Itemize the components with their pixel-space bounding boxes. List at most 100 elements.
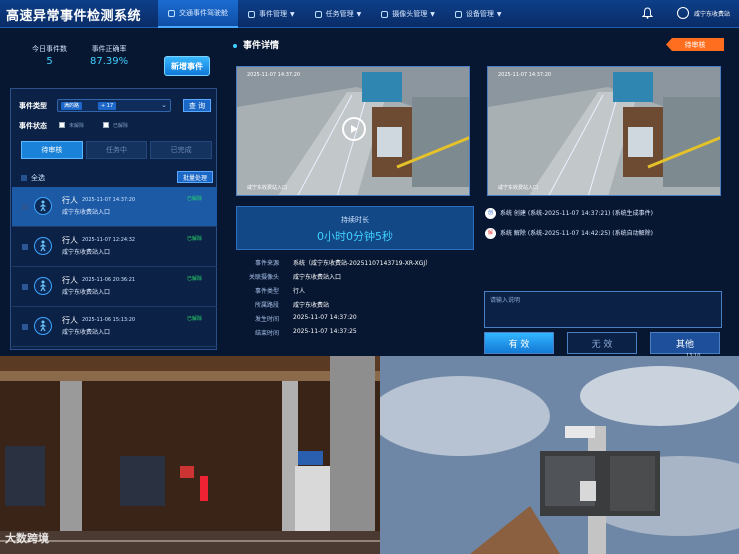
- camera-label: 咸宁东收费站入口: [247, 185, 288, 191]
- play-icon[interactable]: [342, 117, 366, 141]
- log-entry: 解系统 解除 (系统-2025-11-07 14:42:25) (系统自动解除): [485, 228, 653, 239]
- unresolved-label: 未解除: [69, 123, 85, 129]
- photo-strip: 大数跨境: [0, 356, 739, 554]
- row-checkbox[interactable]: [22, 244, 28, 250]
- title-dot-icon: [233, 43, 237, 48]
- detail-title-text: 事件详情: [243, 41, 280, 51]
- list-item[interactable]: 行人 2025-11-07 14:37:20 咸宁东收费站入口 已解除: [12, 187, 217, 227]
- nav-item-camera-mgmt[interactable]: 摄像头管理 ▼: [371, 0, 445, 28]
- camera-snapshot-2[interactable]: 2025-11-07 14:37:20 咸宁东收费站入口: [487, 66, 721, 196]
- detail-title: 事件详情: [233, 38, 279, 51]
- field-key: 所属路段: [254, 302, 279, 309]
- toll-station-night-photo: 大数跨境: [0, 356, 380, 554]
- chevron-down-icon: ▼: [356, 10, 362, 18]
- nav-item-task-mgmt[interactable]: 任务管理 ▼: [305, 0, 372, 28]
- type-chip[interactable]: 满的路: [61, 102, 83, 110]
- duration-label: 持续时长: [341, 216, 369, 224]
- other-button[interactable]: 其他: [650, 332, 720, 354]
- status-badge: 待审核: [666, 38, 724, 51]
- list-item[interactable]: 行人 2025-11-06 15:13:20 咸宁东收费站入口 已解除: [12, 307, 217, 347]
- task-icon: [314, 10, 322, 18]
- nav-item-device-mgmt[interactable]: 设备管理 ▼: [445, 0, 512, 28]
- row-checkbox[interactable]: [22, 284, 28, 290]
- tab-completed[interactable]: 已完成: [150, 141, 213, 159]
- app-title: 高速异常事件检测系统: [6, 9, 142, 24]
- main-nav: 交通事件驾驶舱 事件管理 ▼ 任务管理 ▼ 摄像头管理 ▼ 设备管理 ▼: [158, 0, 512, 28]
- resolved-checkbox[interactable]: [103, 122, 109, 128]
- create-icon: 创: [485, 208, 496, 219]
- event-location: 咸宁东收费站入口: [62, 329, 111, 336]
- nav-item-dashboard[interactable]: 交通事件驾驶舱: [158, 0, 238, 28]
- tab-pending[interactable]: 待审核: [21, 141, 83, 159]
- log-text: 系统 解除 (系统-2025-11-07 14:42:25) (系统自动解除): [500, 230, 653, 237]
- stat-accuracy: 事件正确率 87.39%: [90, 44, 128, 67]
- select-all[interactable]: 全选: [21, 173, 45, 183]
- type-more-chip[interactable]: + 17: [98, 102, 117, 110]
- pedestrian-icon: [34, 277, 52, 295]
- status-badge: 已解除: [187, 316, 203, 322]
- row-checkbox[interactable]: [22, 324, 28, 330]
- event-location: 咸宁东收费站入口: [62, 209, 111, 216]
- duration-value: 0小时0分钟5秒: [317, 230, 393, 243]
- field-value: 2025-11-07 14:37:20: [293, 314, 357, 321]
- chevron-down-icon: ▼: [290, 10, 295, 18]
- query-button[interactable]: 查 询: [183, 99, 211, 112]
- log-entry: 创系统 创建 (系统-2025-11-07 14:37:21) (系统生成事件): [485, 208, 653, 219]
- new-event-button[interactable]: 新增事件: [164, 56, 210, 76]
- nav-item-event-mgmt[interactable]: 事件管理 ▼: [238, 0, 305, 28]
- event-time: 2025-11-07 12:24:32: [82, 237, 136, 243]
- pedestrian-icon: [34, 237, 52, 255]
- left-panel: 今日事件数 5 事件正确率 87.39% 新增事件 事件类型 满的路 + 17 …: [8, 36, 218, 350]
- stat-value: 87.39%: [90, 56, 129, 67]
- nav-label: 事件管理: [259, 10, 287, 18]
- status-badge: 已解除: [187, 276, 203, 282]
- main-area: 今日事件数 5 事件正确率 87.39% 新增事件 事件类型 满的路 + 17 …: [0, 28, 739, 356]
- stat-label: 事件正确率: [91, 45, 127, 53]
- batch-process-button[interactable]: 批量处理: [177, 171, 213, 183]
- select-all-checkbox[interactable]: [21, 175, 27, 181]
- event-time: 2025-11-06 20:36:21: [82, 277, 136, 283]
- camera-timestamp: 2025-11-07 14:37:20: [498, 72, 552, 78]
- device-icon: [454, 10, 462, 18]
- status-tabs: 待审核 任务中 已完成: [21, 141, 213, 159]
- list-item[interactable]: 行人 2025-11-07 12:24:32 咸宁东收费站入口 已解除: [12, 227, 217, 267]
- row-checkbox[interactable]: [22, 204, 28, 210]
- toll-station-night-image: [0, 356, 380, 554]
- nav-label: 设备管理: [465, 10, 494, 18]
- field-value: 系统（咸宁东收费站-20251107143719-XR-XGJ）: [293, 260, 432, 267]
- field-key: 发生时间: [254, 316, 279, 323]
- valid-button[interactable]: 有 效: [484, 332, 554, 354]
- tab-in-progress[interactable]: 任务中: [85, 141, 148, 159]
- camera-snapshot-1[interactable]: 2025-11-07 14:37:20 咸宁东收费站入口: [236, 66, 470, 196]
- composite-screenshot: 高速异常事件检测系统 交通事件驾驶舱 事件管理 ▼ 任务管理 ▼ 摄像头管理 ▼ 设备…: [0, 0, 739, 554]
- camera-pole-photo: [380, 356, 739, 554]
- list-item[interactable]: 行人 2025-11-06 20:36:21 咸宁东收费站入口 已解除: [12, 267, 217, 307]
- resolve-icon: 解: [485, 228, 496, 239]
- status-badge: 已解除: [187, 196, 203, 202]
- stat-today: 今日事件数 5: [32, 44, 67, 67]
- note-input[interactable]: 请输入说明: [484, 291, 722, 328]
- stat-label: 今日事件数: [32, 45, 67, 53]
- user-avatar-icon[interactable]: [677, 7, 689, 19]
- field-key: 结束时间: [254, 330, 279, 337]
- bell-icon[interactable]: [642, 7, 653, 19]
- field-value: 行人: [293, 288, 306, 295]
- toll-plaza-image: [488, 67, 720, 195]
- event-type: 行人: [62, 236, 78, 245]
- camera-label: 咸宁东收费站入口: [498, 185, 539, 191]
- unresolved-checkbox[interactable]: [59, 122, 65, 128]
- event-time: 2025-11-06 15:13:20: [82, 317, 136, 323]
- pedestrian-icon: [34, 317, 52, 335]
- invalid-button[interactable]: 无 效: [567, 332, 637, 354]
- event-detail-panel: 事件详情 待审核 2025-11-07 14:37:20 咸宁东收费站入口 20…: [231, 36, 731, 354]
- log-text: 系统 创建 (系统-2025-11-07 14:37:21) (系统生成事件): [500, 210, 653, 217]
- event-icon: [248, 10, 255, 18]
- event-type: 行人: [62, 316, 78, 325]
- field-value: 咸宁东收费站: [293, 302, 330, 309]
- event-type-select[interactable]: 满的路 + 17 ⌄: [57, 99, 171, 112]
- user-name[interactable]: 咸宁东收费站: [694, 9, 730, 18]
- event-time: 2025-11-07 14:37:20: [82, 197, 136, 203]
- event-location: 咸宁东收费站入口: [62, 289, 111, 296]
- field-value: 2025-11-07 14:37:25: [293, 328, 357, 335]
- event-type: 行人: [62, 196, 78, 205]
